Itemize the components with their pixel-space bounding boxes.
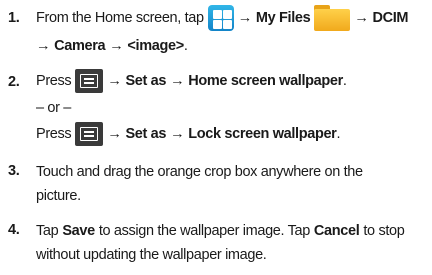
set-as-label: Set as	[125, 73, 167, 89]
arrow: →	[107, 73, 122, 89]
lock-screen-wallpaper-label: Lock screen wallpaper	[188, 126, 337, 142]
step-number: 4.	[8, 222, 20, 238]
step-text: Touch and drag the orange crop box anywh…	[36, 164, 363, 180]
period: .	[183, 38, 188, 54]
step-number: 3.	[8, 163, 20, 179]
cancel-label: Cancel	[313, 223, 360, 239]
step-text: Press	[36, 126, 72, 142]
set-as-label: Set as	[125, 126, 167, 142]
step-text: to stop	[363, 223, 405, 239]
camera-label: Camera	[54, 38, 106, 54]
arrow: →	[36, 38, 51, 54]
step-line: Press → Set as → Home screen wallpaper .	[36, 68, 347, 94]
menu-key-icon	[75, 69, 104, 93]
step-text: picture.	[36, 188, 81, 204]
apps-grid-icon	[207, 5, 234, 31]
step-text: Press	[36, 73, 72, 89]
period: .	[342, 73, 347, 89]
arrow: →	[109, 38, 124, 54]
step-line: Tap Save to assign the wallpaper image. …	[36, 222, 405, 240]
home-screen-wallpaper-label: Home screen wallpaper	[188, 73, 343, 89]
arrow: →	[354, 10, 369, 26]
step-line: picture.	[36, 187, 81, 205]
arrow: →	[107, 126, 122, 142]
step-line: → Camera → <image> .	[36, 36, 188, 56]
arrow: →	[170, 73, 185, 89]
step-line: Press → Set as → Lock screen wallpaper .	[36, 121, 340, 147]
step-text: without updating the wallpaper image.	[36, 247, 267, 263]
step-line: Touch and drag the orange crop box anywh…	[36, 163, 363, 181]
instructions-page: 1. From the Home screen, tap → My Files …	[0, 0, 432, 275]
or-line: – or –	[36, 98, 71, 118]
step-line: From the Home screen, tap → My Files → D…	[36, 4, 408, 32]
arrow: →	[170, 126, 185, 142]
folder-icon	[314, 5, 351, 31]
step-text: Tap	[36, 223, 59, 239]
menu-key-icon	[75, 122, 104, 146]
my-files-label: My Files	[255, 10, 311, 26]
or-separator: – or –	[36, 100, 71, 116]
save-label: Save	[62, 223, 95, 239]
step-number: 1.	[8, 10, 20, 26]
image-label: <image>	[127, 38, 184, 54]
step-line: without updating the wallpaper image.	[36, 246, 267, 264]
step-text: to assign the wallpaper image. Tap	[98, 223, 310, 239]
arrow: →	[237, 10, 253, 26]
period: .	[336, 126, 341, 142]
step-number: 2.	[8, 74, 20, 90]
step-text: From the Home screen, tap	[36, 10, 204, 26]
dcim-label: DCIM	[372, 10, 409, 26]
